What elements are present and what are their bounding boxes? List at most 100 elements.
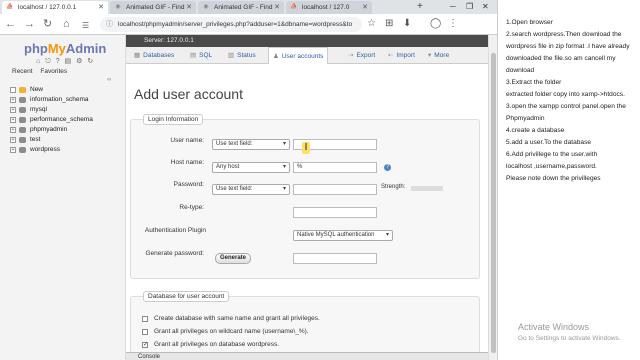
db-mysql[interactable]: + mysql bbox=[10, 105, 122, 115]
reload-icon[interactable]: ↻ bbox=[43, 18, 52, 30]
database-icon: ▦ bbox=[134, 52, 141, 59]
server-breadcrumb[interactable]: Server: 127.0.0.1 bbox=[126, 35, 488, 47]
profile-icon[interactable]: ◯ bbox=[430, 17, 441, 31]
generated-password-input[interactable] bbox=[293, 253, 377, 264]
browser-toolbar: ← → ↻ ⌂ ☰ ⓘ localhost/phpmyadmin/server_… bbox=[0, 14, 497, 35]
note-line: Phpmyadmin bbox=[506, 115, 545, 122]
info-icon: ⓘ bbox=[106, 21, 113, 28]
link-with-main-icon[interactable]: ∞ bbox=[107, 77, 111, 83]
logout-icon[interactable]: ⎋ bbox=[45, 58, 51, 65]
tab-localhost-1[interactable]: ⛵ localhost / 127.0.0.1 ✕ bbox=[2, 1, 108, 14]
forward-arrow-icon[interactable]: → bbox=[24, 18, 35, 30]
tab-animated-gif-2[interactable]: ◉ Animated GIF - Find ✕ bbox=[198, 1, 284, 14]
note-line: download bbox=[506, 67, 535, 74]
status-icon: ▥ bbox=[228, 52, 235, 59]
help-icon[interactable]: ? bbox=[384, 164, 391, 171]
extension-icon[interactable]: ⊞ bbox=[385, 17, 393, 31]
db-phpmyadmin[interactable]: + phpmyadmin bbox=[10, 125, 122, 135]
note-line: 3.Extract the folder bbox=[506, 79, 562, 86]
db-test[interactable]: + test bbox=[10, 135, 122, 145]
expand-icon[interactable]: + bbox=[10, 127, 16, 133]
db-new[interactable]: New bbox=[10, 85, 122, 95]
chevron-down-icon: ▾ bbox=[282, 141, 286, 147]
retype-label: Re-type: bbox=[179, 204, 204, 211]
tab-favorites[interactable]: Favorites bbox=[40, 68, 67, 75]
host-name-input[interactable]: % bbox=[293, 162, 377, 173]
activate-windows-subtitle: Go to Settings to activate Windows. bbox=[518, 335, 621, 342]
settings-icon[interactable]: ⚙ bbox=[76, 58, 82, 65]
database-icon bbox=[19, 117, 26, 123]
downloads-icon[interactable]: ⬇ bbox=[403, 17, 411, 31]
generate-password-button[interactable]: Generate bbox=[215, 253, 252, 264]
note-line: 1.Open browser bbox=[506, 19, 553, 26]
tab-localhost-2[interactable]: ⛵ localhost / 127.0 ✕ bbox=[286, 1, 372, 14]
note-line: 3.open the xampp control panel.open the bbox=[506, 103, 626, 110]
password-strength-meter bbox=[411, 186, 443, 191]
expand-icon[interactable] bbox=[10, 87, 16, 93]
expand-icon[interactable]: + bbox=[10, 137, 16, 143]
tab-export[interactable]: ⇢ Export bbox=[348, 47, 375, 64]
tab-recent[interactable]: Recent bbox=[12, 68, 33, 75]
db-performance-schema[interactable]: + performance_schema bbox=[10, 115, 122, 125]
wildcard-privileges-checkbox[interactable] bbox=[142, 329, 148, 335]
fieldset-legend: Database for user account bbox=[143, 291, 230, 302]
wildcard-privileges-label: Grant all privileges on wildcard name (u… bbox=[154, 328, 309, 335]
bookmark-star-icon[interactable]: ☆ bbox=[367, 17, 376, 31]
kebab-menu-icon[interactable]: ⋮ bbox=[448, 17, 458, 31]
new-tab-button[interactable]: + bbox=[417, 2, 423, 12]
page-scrollbar[interactable] bbox=[488, 35, 497, 360]
database-icon bbox=[19, 97, 26, 103]
scrollbar-thumb[interactable] bbox=[491, 53, 496, 353]
close-tab-icon[interactable]: ✕ bbox=[362, 1, 368, 14]
chevron-down-icon: ▾ bbox=[385, 232, 389, 238]
password-type-select[interactable]: Use text field: ▾ bbox=[212, 184, 290, 195]
menu-icon[interactable]: ☰ bbox=[82, 20, 89, 32]
tab-user-accounts[interactable]: ♟ User accounts bbox=[268, 47, 329, 64]
host-name-type-select[interactable]: Any host ▾ bbox=[212, 162, 290, 173]
address-bar[interactable]: ⓘ localhost/phpmyadmin/server_privileges… bbox=[100, 17, 362, 32]
close-tab-icon[interactable]: ✕ bbox=[186, 1, 192, 14]
chevron-down-icon: ▾ bbox=[282, 186, 286, 192]
retype-password-input[interactable] bbox=[293, 207, 377, 218]
close-tab-icon[interactable]: ✕ bbox=[274, 1, 280, 14]
tab-databases[interactable]: ▦ Databases bbox=[134, 47, 174, 64]
password-input[interactable] bbox=[293, 184, 377, 195]
docs-icon[interactable]: ▤ bbox=[65, 58, 72, 65]
close-tab-icon[interactable]: ✕ bbox=[98, 1, 104, 14]
import-icon: ⇠ bbox=[388, 52, 394, 59]
db-information-schema[interactable]: + information_schema bbox=[10, 95, 122, 105]
back-arrow-icon[interactable]: ← bbox=[5, 18, 16, 30]
new-db-icon bbox=[19, 87, 26, 93]
expand-icon[interactable]: + bbox=[10, 147, 16, 153]
tab-status[interactable]: ▥ Status bbox=[228, 47, 256, 64]
authentication-plugin-label: Authentication Plugin bbox=[144, 227, 206, 234]
console-bar[interactable]: Console bbox=[126, 352, 488, 360]
phpmyadmin-logo[interactable]: phpMyAdmin bbox=[24, 41, 106, 56]
tab-sql[interactable]: ▤ SQL bbox=[190, 47, 212, 64]
reload-icon[interactable]: ↻ bbox=[87, 58, 93, 65]
home-icon[interactable]: ⌂ bbox=[36, 58, 40, 65]
db-wordpress[interactable]: + wordpress bbox=[10, 145, 122, 155]
window-controls: ─ ❐ ✕ bbox=[450, 0, 497, 14]
expand-icon[interactable]: + bbox=[10, 107, 16, 113]
authentication-plugin-select[interactable]: Native MySQL authentication ▾ bbox=[293, 230, 393, 241]
database-privileges-checkbox[interactable] bbox=[142, 341, 148, 348]
expand-icon[interactable]: + bbox=[10, 97, 16, 103]
host-name-label: Host name: bbox=[170, 159, 204, 166]
tab-animated-gif-1[interactable]: ◉ Animated GIF - Find ✕ bbox=[110, 1, 196, 14]
expand-icon[interactable]: + bbox=[10, 117, 16, 123]
create-database-checkbox[interactable] bbox=[142, 316, 148, 322]
help-icon[interactable]: ? bbox=[56, 58, 60, 65]
export-icon: ⇢ bbox=[348, 52, 354, 59]
minimize-button[interactable]: ─ bbox=[450, 0, 456, 14]
user-name-type-select[interactable]: Use text field: ▾ bbox=[212, 139, 290, 150]
tab-bar: ⛵ localhost / 127.0.0.1 ✕ ◉ Animated GIF… bbox=[0, 0, 497, 14]
home-icon[interactable]: ⌂ bbox=[63, 18, 70, 30]
tab-import[interactable]: ⇠ Import bbox=[388, 47, 415, 64]
restore-button[interactable]: ❐ bbox=[466, 0, 473, 14]
tab-more[interactable]: ▾ More bbox=[428, 47, 449, 64]
chevron-down-icon: ▾ bbox=[282, 164, 286, 170]
page-favicon-icon: ◉ bbox=[115, 4, 121, 10]
chevron-down-icon: ▾ bbox=[428, 52, 432, 59]
close-window-button[interactable]: ✕ bbox=[482, 0, 489, 14]
